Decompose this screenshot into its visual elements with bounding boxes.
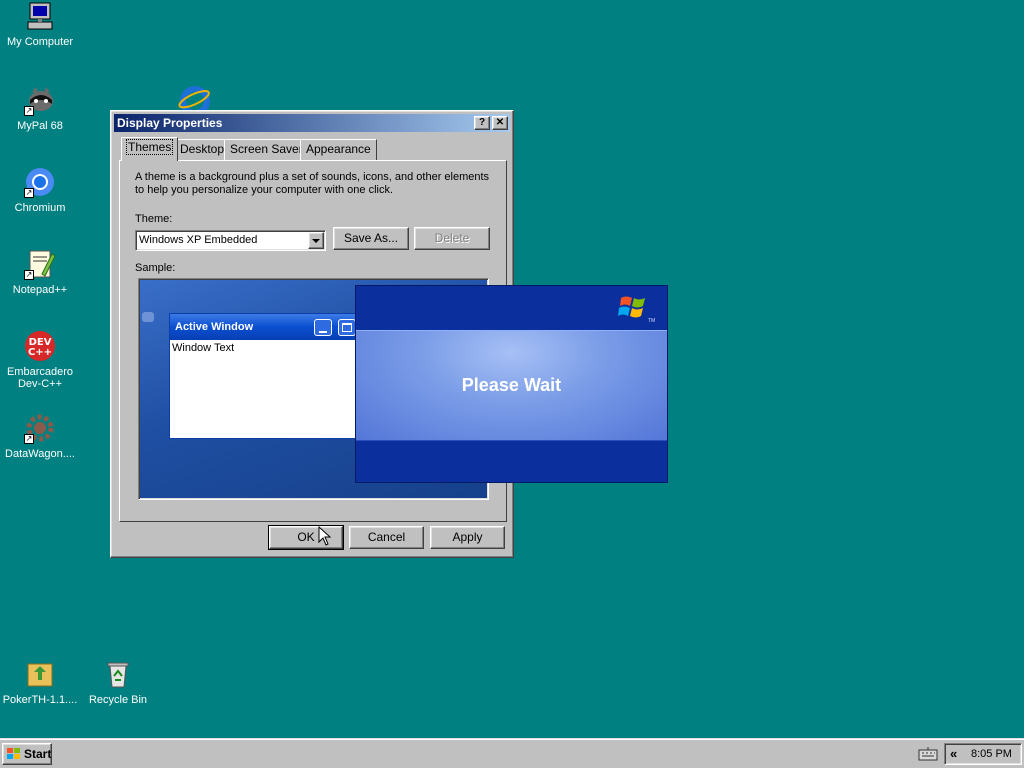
tab-label: Desktop <box>180 142 225 156</box>
sample-window-text: Window Text <box>172 342 235 354</box>
tab-label: Screen Saver <box>230 142 303 156</box>
button-label: Apply <box>452 530 483 544</box>
svg-text:C++: C++ <box>28 347 52 358</box>
theme-label: Theme: <box>135 213 173 225</box>
internet-explorer-icon[interactable] <box>178 84 212 110</box>
sample-titlebar: Active Window <box>170 314 368 340</box>
apply-button[interactable]: Apply <box>430 526 505 549</box>
close-icon: ✕ <box>495 117 505 128</box>
tab-desktop[interactable]: Desktop <box>174 139 231 160</box>
tab-label: Appearance <box>306 142 371 156</box>
dropdown-button[interactable] <box>308 232 324 249</box>
desktop-icon-label: Notepad++ <box>12 284 68 296</box>
save-as-button[interactable]: Save As... <box>333 227 409 250</box>
tray-chevron-icon[interactable]: « <box>950 746 957 761</box>
dev-cpp-icon: DEV C++ <box>24 330 56 362</box>
theme-select[interactable]: Windows XP Embedded <box>135 230 326 251</box>
maximize-icon <box>338 319 356 336</box>
delete-button: Delete <box>414 227 490 250</box>
please-wait-message: Please Wait <box>461 375 562 395</box>
desktop-icon-datawagon[interactable]: ↗ DataWagon.... <box>0 412 80 460</box>
button-label: Delete <box>434 231 470 245</box>
pokerth-icon <box>24 658 56 690</box>
my-computer-icon <box>24 0 56 32</box>
desktop-icon-notepadpp[interactable]: ↗ Notepad++ <box>0 248 80 296</box>
tab-screen-saver[interactable]: Screen Saver <box>224 139 309 160</box>
windows-flag-icon <box>7 748 20 759</box>
mouse-cursor-icon <box>318 526 332 546</box>
splash-footer <box>356 441 667 482</box>
sample-active-window: Active Window Window Text <box>169 313 369 439</box>
desktop-icon-label: PokerTH-1.1.... <box>2 694 78 706</box>
desktop-icon-label: Embarcadero Dev-C++ <box>6 366 74 390</box>
sample-window-title: Active Window <box>175 321 254 333</box>
sample-label: Sample: <box>135 262 176 274</box>
tab-themes[interactable]: Themes <box>121 137 179 161</box>
chevron-down-icon <box>312 239 320 243</box>
notepad-plus-plus-icon: ↗ <box>24 248 56 280</box>
tab-appearance[interactable]: Appearance <box>300 139 377 160</box>
recycle-bin-icon <box>102 658 134 690</box>
desktop-icon-label: Chromium <box>14 202 66 214</box>
desktop-icon-chromium[interactable]: ↗ Chromium <box>0 166 80 214</box>
shortcut-arrow-icon: ↗ <box>24 188 34 198</box>
theme-select-value: Windows XP Embedded <box>139 234 258 246</box>
desktop-icon-devcpp[interactable]: DEV C++ Embarcadero Dev-C++ <box>0 330 80 390</box>
raccoon-browser-icon: ↗ <box>24 84 56 116</box>
taskbar: Start « 8:05 PM <box>0 738 1024 768</box>
dialog-titlebar[interactable]: Display Properties ? ✕ <box>114 114 510 132</box>
desktop-icon-label: MyPal 68 <box>17 120 63 132</box>
button-label: OK <box>297 530 315 544</box>
windows-logo-icon <box>618 296 645 318</box>
shortcut-arrow-icon: ↗ <box>24 106 34 116</box>
help-icon: ? <box>478 117 486 128</box>
button-label: Save As... <box>343 231 399 245</box>
desktop-icon-my-computer[interactable]: My Computer <box>0 0 80 48</box>
desktop-icon-pokerth[interactable]: PokerTH-1.1.... <box>0 658 80 706</box>
desktop-icon-label: Recycle Bin <box>88 694 148 706</box>
desktop-icon-mypal[interactable]: ↗ MyPal 68 <box>0 84 80 132</box>
desktop-icon-label: DataWagon.... <box>5 448 75 460</box>
tab-label: Themes <box>125 139 174 155</box>
clock[interactable]: 8:05 PM <box>971 748 1012 760</box>
splash-header: TM <box>356 286 667 330</box>
shortcut-arrow-icon: ↗ <box>24 270 34 280</box>
minimize-icon <box>314 319 332 336</box>
keyboard-icon[interactable] <box>918 747 938 761</box>
start-label: Start <box>24 747 52 761</box>
sample-desktop-icon <box>142 312 154 322</box>
cancel-button[interactable]: Cancel <box>349 526 424 549</box>
desktop-icon-recycle-bin[interactable]: Recycle Bin <box>78 658 158 706</box>
splash-body: Please Wait <box>356 330 667 441</box>
theme-description: A theme is a background plus a set of so… <box>135 171 490 196</box>
system-tray: « 8:05 PM <box>944 743 1022 765</box>
start-button[interactable]: Start <box>2 743 52 765</box>
please-wait-splash: TM Please Wait <box>355 285 668 483</box>
chromium-icon: ↗ <box>24 166 56 198</box>
close-button[interactable]: ✕ <box>492 116 508 130</box>
dialog-title: Display Properties <box>117 116 223 130</box>
button-label: Cancel <box>367 530 406 544</box>
desktop-icon-label: My Computer <box>6 36 74 48</box>
help-button[interactable]: ? <box>474 116 490 130</box>
gear-icon: ↗ <box>24 412 56 444</box>
trademark-mark: TM <box>648 318 656 324</box>
shortcut-arrow-icon: ↗ <box>24 434 34 444</box>
